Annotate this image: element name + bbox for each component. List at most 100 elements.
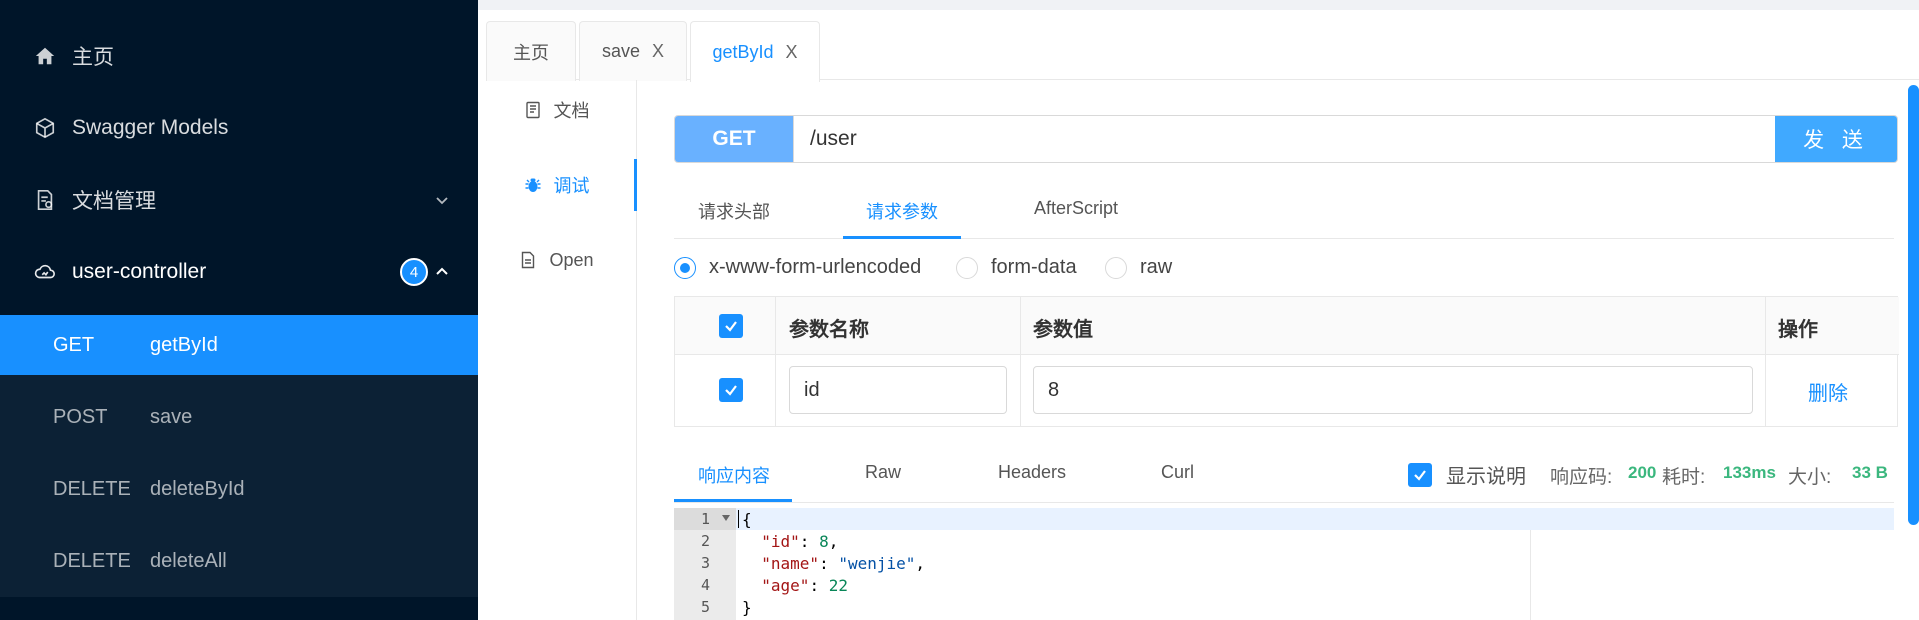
line-number: 5: [700, 598, 710, 616]
tab-response-headers[interactable]: Headers: [998, 462, 1066, 483]
sidebar-item-user-controller[interactable]: user-controller 4: [0, 236, 478, 308]
api-method: GET: [53, 333, 95, 356]
size-label: 大小:: [1788, 467, 1832, 488]
delete-param-link[interactable]: 删除: [1808, 377, 1848, 406]
column-divider: [1765, 297, 1766, 426]
tab-after-script[interactable]: AfterScript: [1034, 198, 1118, 219]
check-icon: [725, 385, 737, 396]
api-item-getbyid[interactable]: GET getById: [0, 315, 478, 375]
chevron-down-icon: [436, 197, 448, 205]
code-line: "age": 22: [761, 576, 848, 595]
active-tab-indicator: [843, 236, 961, 239]
print-margin: [1530, 530, 1531, 620]
time-value: 133ms: [1723, 463, 1776, 482]
show-description-checkbox[interactable]: [1408, 462, 1432, 487]
code-line: {: [742, 510, 752, 529]
api-item-deleteall[interactable]: DELETE deleteAll: [0, 531, 478, 591]
document-icon: [525, 101, 540, 119]
sidebar-item-label: Swagger Models: [72, 116, 229, 139]
tab-request-params[interactable]: 请求参数: [866, 198, 938, 224]
api-item-deletebyid[interactable]: DELETE deleteById: [0, 459, 478, 519]
close-icon[interactable]: X: [786, 42, 798, 63]
tab-label: save: [601, 41, 640, 61]
sidebar-item-label: 文档管理: [72, 190, 156, 213]
active-line-highlight: [736, 508, 1894, 530]
tab-response-curl[interactable]: Curl: [1161, 462, 1194, 483]
api-name: deleteById: [150, 477, 245, 500]
status-label: 响应码:: [1550, 467, 1613, 488]
request-bar: GET 发 送: [674, 115, 1898, 163]
code-line: "id": 8,: [761, 532, 839, 551]
line-gutter: 1 2 3 4 5: [674, 508, 736, 620]
tab-response-content[interactable]: 响应内容: [698, 462, 770, 488]
cloud-icon: [34, 261, 56, 283]
sidebar: 主页 Swagger Models 文档管理 user-controller 4…: [0, 0, 478, 620]
side-menu-open[interactable]: Open: [478, 230, 635, 290]
api-method: DELETE: [53, 549, 131, 572]
radio-dot: [674, 256, 696, 279]
response-editor[interactable]: 1 2 3 4 5 { "id": 8, "name": "wenjie", "…: [674, 508, 1894, 620]
sidebar-footer: [0, 597, 478, 620]
radio-form-data[interactable]: form-data: [956, 256, 1077, 279]
line-number: 3: [700, 554, 710, 572]
column-divider: [775, 297, 776, 426]
top-strip: [478, 0, 1919, 10]
row-checkbox[interactable]: [719, 378, 743, 402]
sidebar-item-home[interactable]: 主页: [0, 20, 478, 92]
side-menu-doc[interactable]: 文档: [478, 80, 635, 140]
tab-save[interactable]: save X: [579, 21, 687, 81]
home-icon: [34, 45, 56, 67]
api-name: save: [150, 405, 193, 428]
select-all-checkbox[interactable]: [719, 314, 743, 338]
method-select[interactable]: GET: [675, 116, 793, 162]
show-description-label: 显示说明: [1446, 466, 1526, 488]
cube-icon: [34, 117, 56, 139]
tab-home[interactable]: 主页: [486, 21, 576, 81]
code-line: "name": "wenjie",: [761, 554, 926, 573]
check-icon: [1414, 469, 1426, 481]
api-item-save[interactable]: POST save: [0, 387, 478, 447]
radio-dot: [1105, 256, 1127, 279]
vertical-scrollbar[interactable]: [1908, 85, 1919, 525]
api-method: POST: [53, 405, 108, 428]
main-panel: 主页 save X getById X 文档 调试 Open GET 发 送 请…: [478, 0, 1919, 620]
radio-urlencoded[interactable]: x-www-form-urlencoded: [674, 256, 921, 279]
check-icon: [725, 321, 737, 332]
radio-label: x-www-form-urlencoded: [709, 256, 922, 278]
sidebar-item-label: 主页: [72, 46, 114, 69]
url-input[interactable]: [793, 116, 1777, 162]
radio-label: raw: [1140, 256, 1173, 278]
sidebar-item-label: user-controller: [72, 260, 207, 283]
close-icon[interactable]: X: [652, 41, 664, 62]
status-code-value: 200: [1628, 463, 1657, 482]
sidebar-item-swagger-models[interactable]: Swagger Models: [0, 92, 478, 164]
line-number: 2: [700, 532, 710, 550]
size-value: 33 B: [1852, 463, 1888, 482]
param-name-input[interactable]: [789, 366, 1007, 414]
line-number: 4: [700, 576, 710, 594]
tab-request-headers[interactable]: 请求头部: [698, 198, 770, 224]
show-description-toggle[interactable]: 显示说明: [1408, 460, 1526, 489]
active-tab-indicator: [674, 499, 792, 502]
tab-getbyid[interactable]: getById X: [690, 21, 820, 82]
api-name: deleteAll: [150, 549, 227, 572]
line-number: 1: [700, 510, 710, 528]
file-icon: [522, 251, 535, 269]
sidebar-item-docs[interactable]: 文档管理: [0, 164, 478, 236]
code-line: }: [742, 598, 752, 617]
radio-label: form-data: [991, 256, 1077, 278]
document-settings-icon: [34, 189, 56, 211]
status-code: 200: [1628, 462, 1656, 484]
radio-dot: [956, 256, 978, 279]
time-taken: 133ms: [1723, 462, 1776, 484]
side-menu-debug[interactable]: 调试: [478, 155, 635, 215]
tab-response-raw[interactable]: Raw: [865, 462, 901, 483]
fold-arrow-icon[interactable]: [722, 515, 730, 521]
api-method: DELETE: [53, 477, 131, 500]
tab-label: 主页: [513, 42, 549, 63]
param-value-input[interactable]: [1033, 366, 1753, 414]
side-menu-label: 调试: [553, 176, 590, 196]
radio-raw[interactable]: raw: [1105, 256, 1172, 279]
send-button[interactable]: 发 送: [1775, 116, 1897, 162]
column-header: 参数名称: [789, 319, 869, 341]
